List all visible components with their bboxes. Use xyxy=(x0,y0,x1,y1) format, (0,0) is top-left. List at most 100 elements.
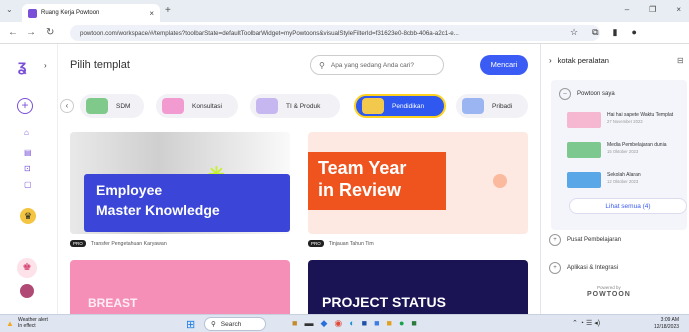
powtoon-thumbnail xyxy=(567,172,601,188)
new-tab-button[interactable]: + xyxy=(165,5,171,16)
star-icon[interactable]: ☆ xyxy=(570,27,578,38)
toolbox-title: kotak peralatan xyxy=(557,56,609,65)
template-title: PROJECT STATUS xyxy=(322,294,446,310)
powtoon-item[interactable]: Hai hai sapete Waktu Templat 27 November… xyxy=(567,112,673,128)
app-icon[interactable]: ◆ xyxy=(320,318,327,329)
create-button[interactable]: + xyxy=(17,98,33,114)
powtoon-title: Hai hai sapete Waktu Templat xyxy=(607,112,674,118)
toolbox-panel: › kotak peralatan ⊟ – Powtoon saya Hai h… xyxy=(540,44,689,314)
my-powtoons-label: Powtoon saya xyxy=(577,91,615,97)
category-bar: ‹ SDM Konsultasi TI & Produk Pendidikan … xyxy=(58,94,540,118)
apps-integrations-label: Aplikasi & Integrasi xyxy=(567,265,619,271)
powtoon-favicon-icon xyxy=(28,8,37,18)
category-chip-active[interactable]: Pendidikan xyxy=(354,94,446,118)
sidebar-icon[interactable]: ▮ xyxy=(613,27,618,38)
address-bar-row: ← → ↻ powtoon.com/workspace/#/templates?… xyxy=(0,22,689,44)
maximize-button[interactable]: ❐ xyxy=(649,5,656,14)
clock-date: 12/18/2023 xyxy=(654,323,680,330)
taskbar-search[interactable]: ⚲ Search xyxy=(204,317,266,331)
template-card[interactable]: BREAST xyxy=(70,260,290,314)
toolbox-header[interactable]: › kotak peralatan xyxy=(549,56,609,65)
tab-search-icon[interactable]: ⌄ xyxy=(6,5,13,14)
see-all-button[interactable]: Lihat semua (4) xyxy=(569,198,687,214)
powtoon-title: Media Pembelajaran dunia xyxy=(607,142,667,148)
extensions-icon[interactable]: ⧉ xyxy=(592,27,598,38)
pro-badge: PRO xyxy=(308,240,324,247)
weather-alert-icon[interactable]: ▲ xyxy=(6,319,14,328)
category-chip[interactable]: SDM xyxy=(80,94,144,118)
windows-taskbar: ▲ Weather alert In effect ⊞ ⚲ Search ■ ▬… xyxy=(0,314,689,332)
category-chip[interactable]: Pribadi xyxy=(456,94,528,118)
search-placeholder: Apa yang sedang Anda cari? xyxy=(330,61,414,69)
collapse-panel-icon[interactable]: ⊟ xyxy=(677,56,684,65)
app-icon[interactable]: ■ xyxy=(292,318,297,329)
category-label: Konsultasi xyxy=(192,102,222,110)
home-icon[interactable]: ⌂ xyxy=(24,128,29,137)
left-navigation: ʓ › + ⌂ ▤ ⊡ ▢ ♛ ♚ xyxy=(0,44,58,314)
category-chip[interactable]: TI & Produk xyxy=(250,94,340,118)
url-field[interactable]: powtoon.com/workspace/#/templates?toolba… xyxy=(70,25,600,41)
powtoon-thumbnail xyxy=(567,112,601,128)
folder-icon[interactable]: ▢ xyxy=(24,180,32,189)
chevron-left-icon[interactable]: ‹ xyxy=(60,99,74,113)
decorative-dot xyxy=(493,174,507,188)
url-text: powtoon.com/workspace/#/templates?toolba… xyxy=(80,29,459,37)
browser-tab-bar: ⌄ Ruang Kerja Powtoon × + – ❐ × xyxy=(0,0,689,22)
window-controls: – ❐ × xyxy=(625,5,681,14)
app-icon[interactable]: ■ xyxy=(374,318,379,329)
app-icon[interactable]: ■ xyxy=(411,318,416,329)
template-title-line2: Master Knowledge xyxy=(96,202,220,218)
template-card[interactable]: PROJECT STATUS xyxy=(308,260,528,314)
category-thumbnail xyxy=(462,98,484,114)
reload-icon[interactable]: ↻ xyxy=(46,27,54,38)
close-window-button[interactable]: × xyxy=(676,5,681,14)
browser-tab[interactable]: Ruang Kerja Powtoon × xyxy=(22,4,160,22)
calendar-icon[interactable]: ▤ xyxy=(24,148,32,157)
weather-subtitle: In effect xyxy=(18,323,36,329)
category-chip[interactable]: Konsultasi xyxy=(156,94,238,118)
back-icon[interactable]: ← xyxy=(8,27,18,38)
template-title-line2: in Review xyxy=(318,180,402,200)
category-thumbnail xyxy=(362,98,384,114)
system-tray-icons[interactable]: ⌃ ◔ ☰ ◂) xyxy=(572,319,600,327)
export-icon[interactable]: ⊡ xyxy=(24,164,31,173)
app-icon[interactable]: ▬ xyxy=(304,318,313,329)
app-icon[interactable]: ■ xyxy=(362,318,367,329)
trophy-icon[interactable]: ♛ xyxy=(20,208,36,224)
windows-start-icon[interactable]: ⊞ xyxy=(186,318,195,331)
apps-integrations-link[interactable]: + Aplikasi & Integrasi xyxy=(549,262,618,274)
search-input[interactable]: ⚲ Apa yang sedang Anda cari? xyxy=(310,55,444,75)
forward-icon[interactable]: → xyxy=(26,27,36,38)
template-title-panel: Team Year in Review xyxy=(308,152,446,210)
chrome-icon[interactable]: ◉ xyxy=(334,318,342,329)
app-icon[interactable]: ● xyxy=(399,318,404,329)
app-icon[interactable]: ■ xyxy=(387,318,392,329)
chevron-right-icon[interactable]: › xyxy=(44,61,47,70)
template-caption-text: Tinjauan Tahun Tim xyxy=(328,240,374,247)
template-caption: PRO Tinjauan Tahun Tim xyxy=(308,240,374,247)
tab-close-icon[interactable]: × xyxy=(149,9,154,18)
profile-icon[interactable]: ● xyxy=(631,27,636,38)
powtoon-item[interactable]: Sekolah Alaran 12 Oktober 2023 xyxy=(567,172,641,188)
minimize-button[interactable]: – xyxy=(625,5,629,14)
template-caption: PRO Transfer Pengetahuan Karyawan xyxy=(70,240,167,247)
powtoon-date: 27 November 2023 xyxy=(607,118,643,124)
edge-icon[interactable]: ◐ xyxy=(349,318,354,329)
taskbar-clock[interactable]: 3:09 AM 12/18/2023 xyxy=(654,317,679,330)
my-powtoons-header[interactable]: – Powtoon saya xyxy=(559,88,615,100)
search-button[interactable]: Mencari xyxy=(480,55,528,75)
powtoon-item[interactable]: Media Pembelajaran dunia 15 Oktober 2023 xyxy=(567,142,666,158)
minus-circle-icon: – xyxy=(559,88,571,100)
chevron-right-icon: › xyxy=(549,56,552,65)
template-card[interactable]: ✳ Employee Master Knowledge xyxy=(70,132,290,234)
learning-center-link[interactable]: + Pusat Pembelajaran xyxy=(549,234,621,246)
category-label: Pribadi xyxy=(492,102,513,110)
crown-icon[interactable]: ♚ xyxy=(17,258,37,278)
powtoon-logo-icon[interactable]: ʓ xyxy=(18,58,26,76)
template-title-line1: Team Year xyxy=(318,158,407,178)
avatar[interactable] xyxy=(20,284,34,298)
template-title: BREAST xyxy=(88,296,138,310)
template-card[interactable]: Team Year in Review xyxy=(308,132,528,234)
pro-badge: PRO xyxy=(70,240,86,247)
weather-widget[interactable]: Weather alert In effect xyxy=(18,317,48,329)
